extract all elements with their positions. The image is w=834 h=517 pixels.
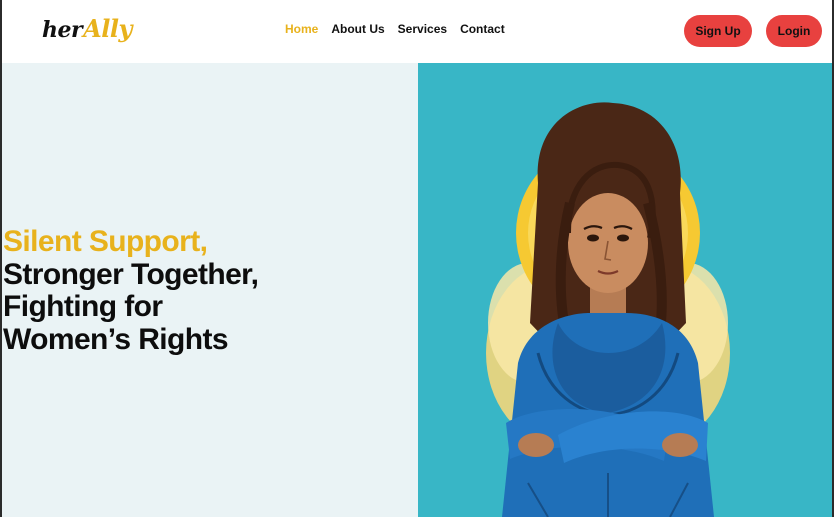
logo-text-her: her bbox=[42, 17, 83, 43]
headline-line-2: Fighting for bbox=[3, 290, 163, 323]
nav-item-home[interactable]: Home bbox=[285, 22, 318, 36]
logo-text-ally: Ally bbox=[83, 14, 132, 43]
hero-woman-illustration bbox=[486, 102, 730, 517]
login-button[interactable]: Login bbox=[766, 15, 822, 47]
site-header: her Ally Home About Us Services Contact … bbox=[2, 0, 832, 63]
headline-accent: Silent Support, bbox=[3, 225, 208, 258]
hero-headline: Silent Support, Stronger Together, Fight… bbox=[3, 225, 259, 356]
hero-image-panel bbox=[418, 63, 832, 517]
window-border-left bbox=[0, 0, 2, 517]
main-nav: Home About Us Services Contact bbox=[285, 22, 505, 36]
headline-line-1: Stronger Together, bbox=[3, 257, 259, 291]
nav-item-services[interactable]: Services bbox=[398, 22, 447, 36]
nav-item-about-us[interactable]: About Us bbox=[331, 22, 384, 36]
sign-up-button[interactable]: Sign Up bbox=[684, 15, 752, 47]
headline-line-3: Women’s Rights bbox=[3, 322, 229, 356]
nav-item-contact[interactable]: Contact bbox=[460, 22, 505, 36]
brand-logo[interactable]: her Ally bbox=[42, 14, 132, 48]
